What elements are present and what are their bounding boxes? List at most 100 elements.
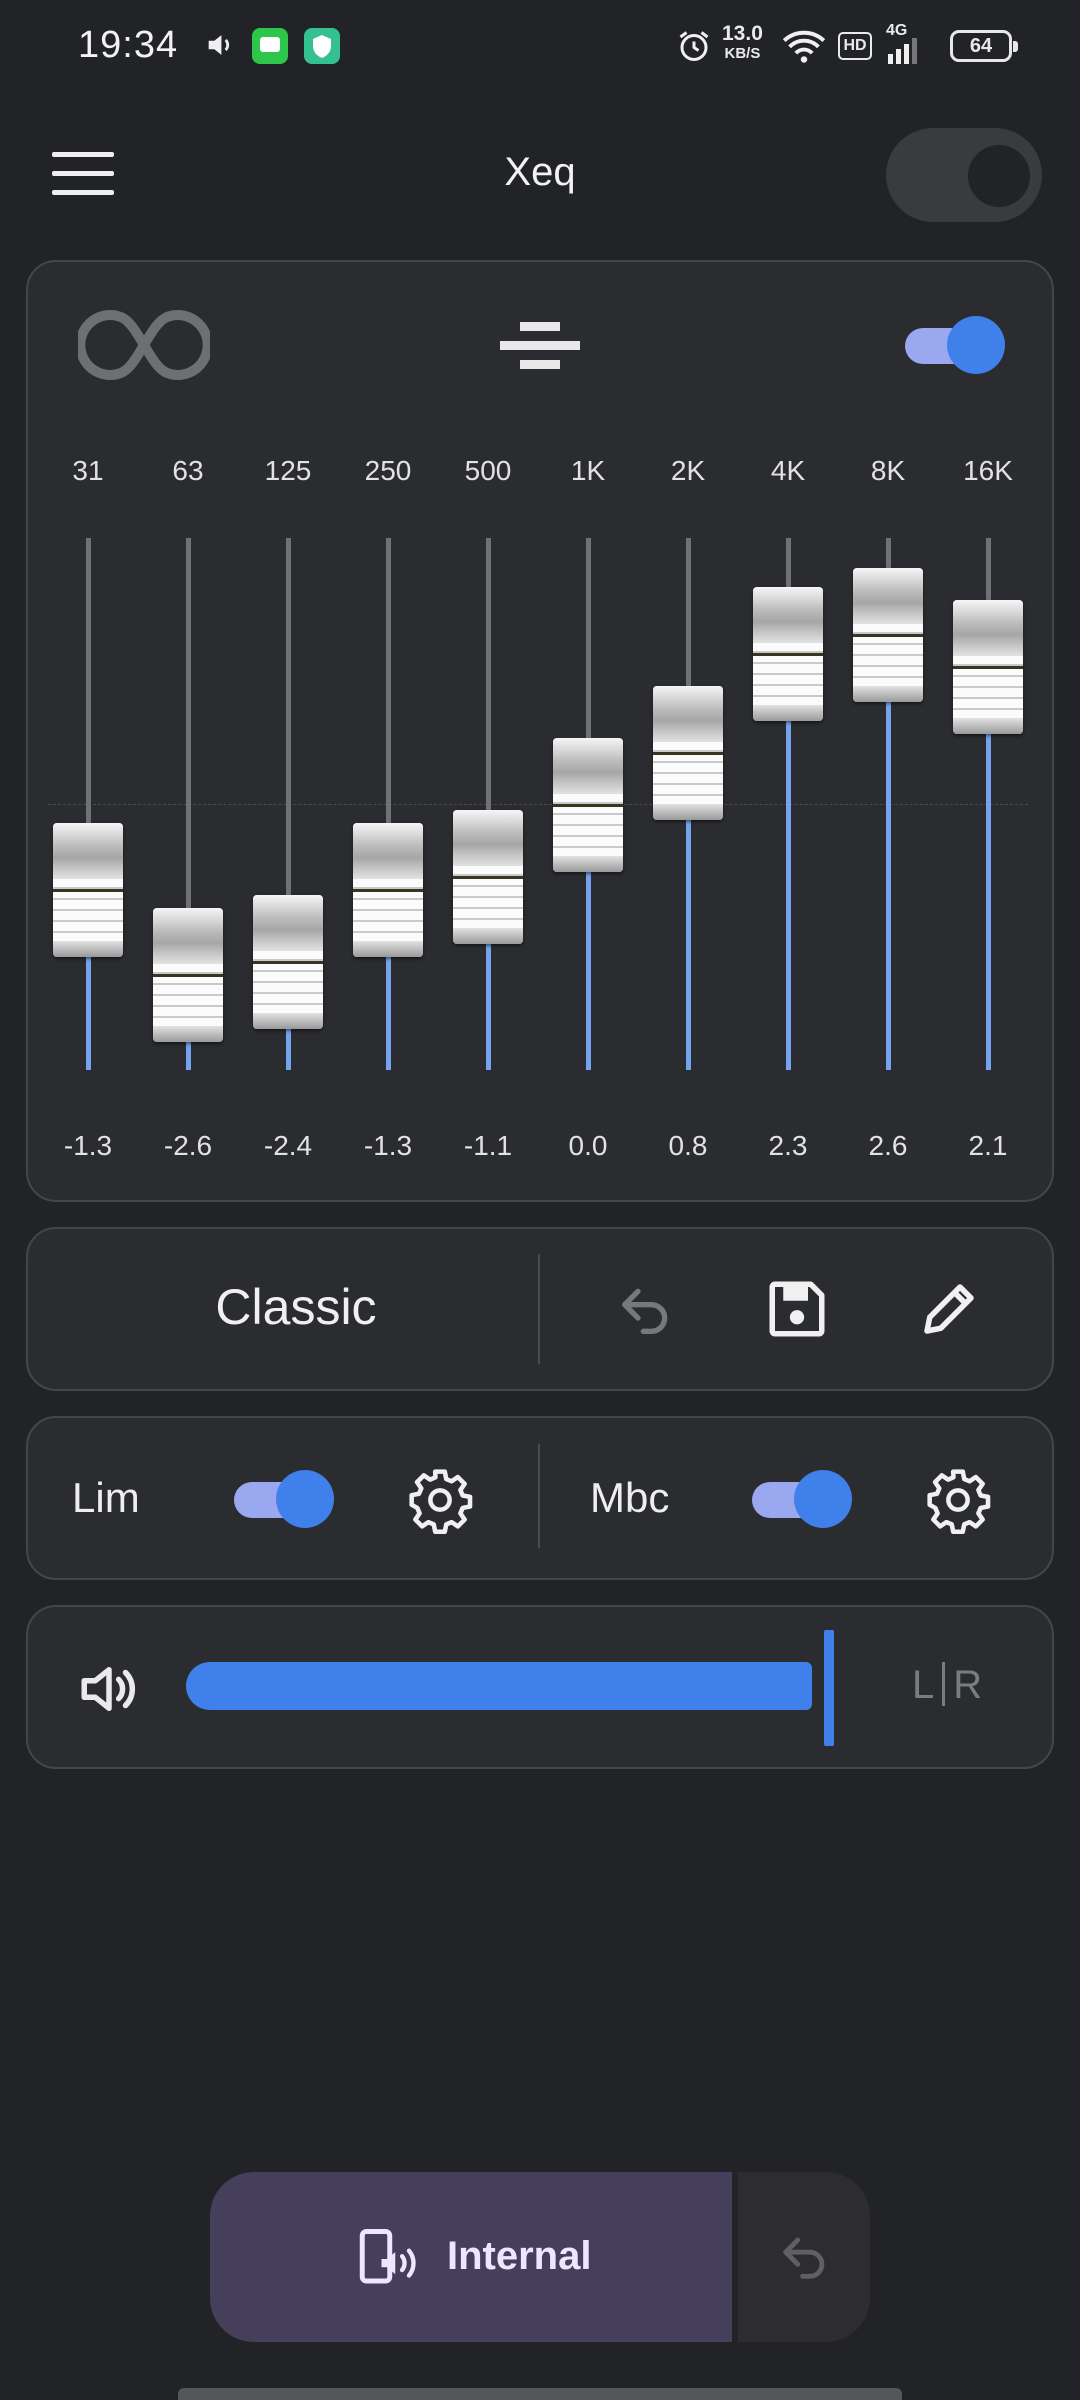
band-slider-thumb-top xyxy=(153,908,223,965)
band-slider-thumb-bot xyxy=(653,803,723,820)
limiter-label: Lim xyxy=(72,1474,140,1521)
balance-right-label: R xyxy=(953,1663,983,1707)
band-slider-thumb-top xyxy=(853,567,923,624)
undo-icon[interactable] xyxy=(614,1278,678,1342)
effects-card xyxy=(26,1416,1054,1580)
phone-speaker-icon xyxy=(359,2229,416,2284)
band-slider-thumb-mid xyxy=(353,889,423,893)
band-gain-value: -2.4 xyxy=(263,1130,313,1161)
balance-left-label: L xyxy=(912,1663,935,1707)
band-frequency-label: 63 xyxy=(172,455,204,486)
hd-badge: HD xyxy=(838,32,872,60)
preset-divider xyxy=(538,1254,540,1364)
mbc-toggle-thumb xyxy=(794,1470,852,1528)
band-slider-thumb[interactable] xyxy=(953,600,1023,735)
navigation-handle xyxy=(178,2388,902,2400)
band-slider-thumb-top xyxy=(553,738,623,794)
messages-app-icon xyxy=(252,28,288,64)
band-slider-thumb-bot xyxy=(53,941,123,958)
band-slider-thumb-top xyxy=(653,685,723,742)
band-slider-thumb-mid xyxy=(553,804,623,807)
band-slider-thumb[interactable] xyxy=(353,823,423,958)
band-slider-thumb-mid xyxy=(53,889,123,893)
band-slider-thumb[interactable] xyxy=(253,895,323,1030)
alarm-icon xyxy=(679,31,709,61)
band-slider-thumb-bot xyxy=(753,705,823,722)
band-slider-thumb-top xyxy=(53,823,123,880)
effects-divider xyxy=(538,1444,540,1548)
band-slider-thumb[interactable] xyxy=(653,685,723,820)
band-frequency-label: 500 xyxy=(464,455,512,486)
band-slider-thumb[interactable] xyxy=(153,908,223,1043)
signal-icon xyxy=(888,38,917,64)
clock: 19:34 xyxy=(78,24,179,66)
app-title: Xeq xyxy=(504,150,576,194)
band-frequency-label: 2K xyxy=(670,455,706,486)
security-app-icon xyxy=(304,28,340,64)
limiter-toggle[interactable] xyxy=(234,1470,334,1528)
band-gain-value: 2.3 xyxy=(768,1130,808,1161)
output-undo-button[interactable] xyxy=(738,2172,870,2342)
network-speed: 13.0 KB/S xyxy=(722,22,763,64)
band-frequency-label: 4K xyxy=(770,455,806,486)
band-gain-value: -1.1 xyxy=(463,1130,513,1161)
output-device-label: Internal xyxy=(447,2234,592,2278)
balance-slider-fill[interactable] xyxy=(186,1662,812,1710)
equalizer-toggle[interactable] xyxy=(905,316,1005,374)
edit-icon[interactable] xyxy=(916,1276,982,1342)
balance-slider-handle[interactable] xyxy=(824,1630,834,1746)
zero-gain-line xyxy=(48,804,1028,805)
mbc-toggle[interactable] xyxy=(752,1470,852,1528)
band-slider-thumb[interactable] xyxy=(853,567,923,702)
power-toggle[interactable] xyxy=(886,128,1042,222)
band-frequency-label: 1K xyxy=(570,455,606,486)
band-gain-value: 2.1 xyxy=(968,1130,1008,1161)
band-slider-thumb-mid xyxy=(753,653,823,657)
band-frequency-label: 8K xyxy=(870,455,906,486)
equalizer-toggle-thumb xyxy=(947,316,1005,374)
preset-name[interactable]: Classic xyxy=(26,1278,566,1336)
power-toggle-knob xyxy=(968,145,1030,207)
band-slider-thumb-mid xyxy=(253,961,323,965)
status-bar: 19:34 13.0 KB/S HD 4G 64 xyxy=(0,0,1080,96)
battery-icon: 64 xyxy=(950,30,1018,62)
mbc-label: Mbc xyxy=(590,1474,670,1521)
band-slider-thumb-mid xyxy=(453,876,523,880)
network-speed-value: 13.0 xyxy=(722,22,763,45)
save-icon[interactable] xyxy=(764,1276,830,1342)
limiter-settings-gear-icon[interactable] xyxy=(406,1466,474,1534)
equalizer-card xyxy=(26,260,1054,1202)
band-slider-thumb[interactable] xyxy=(53,823,123,958)
output-undo-icon xyxy=(783,2237,825,2279)
band-slider-thumb-mid xyxy=(853,633,923,637)
mbc-settings-gear-icon[interactable] xyxy=(924,1466,992,1534)
band-gain-value: 2.6 xyxy=(868,1130,908,1161)
band-slider-thumb-mid xyxy=(653,751,723,755)
band-frequency-label: 31 xyxy=(72,455,104,486)
band-slider-thumb-bot xyxy=(453,928,523,945)
hamburger-menu-icon[interactable] xyxy=(52,152,114,198)
band-slider-thumb-bot xyxy=(353,941,423,958)
app-logo-icon xyxy=(78,310,210,380)
band-slider-thumb-bot xyxy=(253,1013,323,1030)
wifi-icon xyxy=(782,30,826,63)
band-slider-thumb-mid xyxy=(953,666,1023,670)
band-slider-thumb-bot xyxy=(153,1026,223,1043)
band-gain-value: 0.8 xyxy=(668,1130,708,1161)
band-slider-thumb-mid xyxy=(153,974,223,978)
reset-flat-icon[interactable] xyxy=(498,320,582,370)
balance-lr-separator xyxy=(942,1662,946,1706)
band-gain-value: 0.0 xyxy=(568,1130,608,1161)
band-slider-thumb[interactable] xyxy=(453,810,523,945)
balance-lr-label: LR xyxy=(912,1662,982,1708)
band-frequency-label: 16K xyxy=(963,455,1013,486)
band-slider-thumb-top xyxy=(353,823,423,880)
band-slider-thumb-bot xyxy=(553,856,623,872)
band-gain-value: -1.3 xyxy=(363,1130,413,1161)
band-frequency-label: 125 xyxy=(264,455,312,486)
band-slider-thumb-bot xyxy=(953,718,1023,735)
band-slider-thumb-top xyxy=(453,810,523,867)
band-gain-value: -1.3 xyxy=(63,1130,113,1161)
band-slider-thumb[interactable] xyxy=(553,738,623,872)
band-slider-thumb[interactable] xyxy=(753,587,823,722)
